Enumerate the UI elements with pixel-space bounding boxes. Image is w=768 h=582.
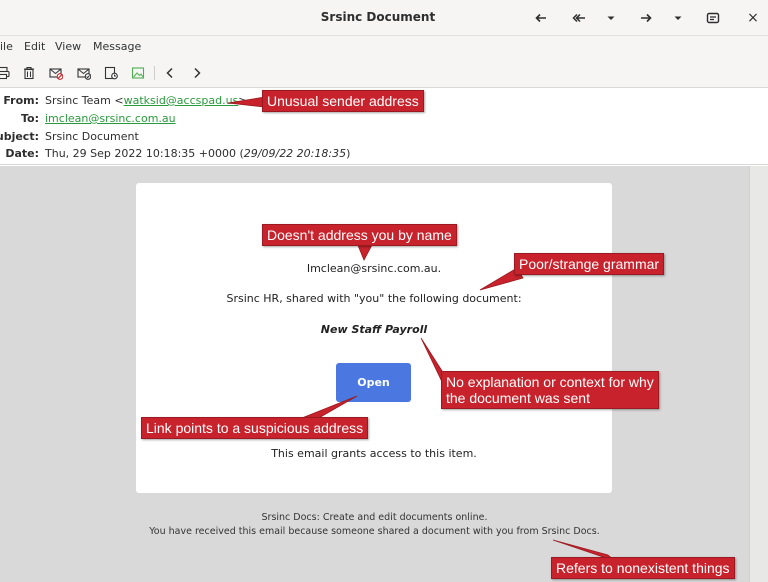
annotation-no-context-line-1: No explanation or context for why [446, 374, 654, 390]
document-name: New Staff Payroll [320, 323, 428, 336]
date-local: 29/09/22 20:18:35 [243, 147, 347, 160]
date-utc: Thu, 29 Sep 2022 10:18:35 +0000 ( [45, 147, 244, 160]
from-label: From: [3, 94, 39, 107]
shared-line: Srsinc HR, shared with "you" the followi… [226, 292, 522, 305]
annotation-no-name: Doesn't address you by name [262, 224, 457, 246]
print-icon[interactable] [0, 64, 12, 82]
from-address-link[interactable]: watksid@accspad.us [124, 94, 239, 107]
next-message-icon[interactable] [188, 64, 206, 82]
date-label: Date: [5, 147, 39, 160]
annotation-no-context-line-2: the document was sent [446, 390, 590, 406]
delete-icon[interactable] [20, 64, 38, 82]
menu-file[interactable]: ile [0, 40, 13, 53]
from-suffix: > [238, 94, 248, 107]
forward-menu-chevron-icon[interactable] [668, 8, 688, 28]
menu-message[interactable]: Message [93, 40, 141, 53]
annotation-grammar: Poor/strange grammar [514, 253, 665, 275]
reply-all-menu-chevron-icon[interactable] [601, 8, 621, 28]
annotation-suspicious-link: Link points to a suspicious address [141, 417, 369, 439]
reply-icon[interactable] [531, 8, 551, 28]
menu-view[interactable]: View [55, 40, 81, 53]
previous-message-icon[interactable] [161, 64, 179, 82]
header-subject: Subject: Srsinc Document [0, 130, 768, 147]
main-menu-icon[interactable] [703, 8, 723, 28]
close-icon[interactable]: × [743, 8, 763, 28]
title-bar: Srsinc Document × [0, 0, 768, 36]
open-button[interactable]: Open [336, 363, 411, 402]
subject-value: Srsinc Document [45, 130, 139, 143]
subject-label: Subject: [0, 130, 39, 143]
header-date: Date: Thu, 29 Sep 2022 10:18:35 +0000 (2… [0, 147, 768, 164]
menu-edit[interactable]: Edit [24, 40, 45, 53]
date-suffix: ) [346, 147, 351, 160]
from-value: Srsinc Team <watksid@accspad.us> [45, 94, 248, 107]
archive-icon[interactable] [102, 64, 120, 82]
footer-line-2: You have received this email because som… [149, 526, 600, 537]
footer-line-1: Srsinc Docs: Create and edit documents o… [261, 512, 488, 523]
annotation-no-context: No explanation or context for why the do… [441, 371, 659, 409]
annotation-nonexistent: Refers to nonexistent things [551, 557, 735, 579]
reply-all-icon[interactable] [569, 8, 589, 28]
toolbar-separator [154, 66, 155, 80]
from-name: Srsinc Team < [45, 94, 124, 107]
grant-access-text: This email grants access to this item. [271, 447, 477, 460]
junk-icon[interactable] [47, 64, 65, 82]
forward-icon[interactable] [636, 8, 656, 28]
header-to: To: imclean@srsinc.com.au [0, 112, 768, 129]
menu-bar: ile Edit View Message [0, 36, 768, 58]
to-label: To: [21, 112, 39, 125]
toolbar [0, 58, 768, 88]
image-icon[interactable] [129, 64, 147, 82]
to-address-link[interactable]: imclean@srsinc.com.au [45, 112, 176, 125]
date-value: Thu, 29 Sep 2022 10:18:35 +0000 (29/09/2… [45, 147, 350, 160]
not-junk-icon[interactable] [75, 64, 93, 82]
annotation-unusual-sender: Unusual sender address [262, 90, 424, 112]
vertical-scrollbar[interactable] [749, 166, 768, 582]
